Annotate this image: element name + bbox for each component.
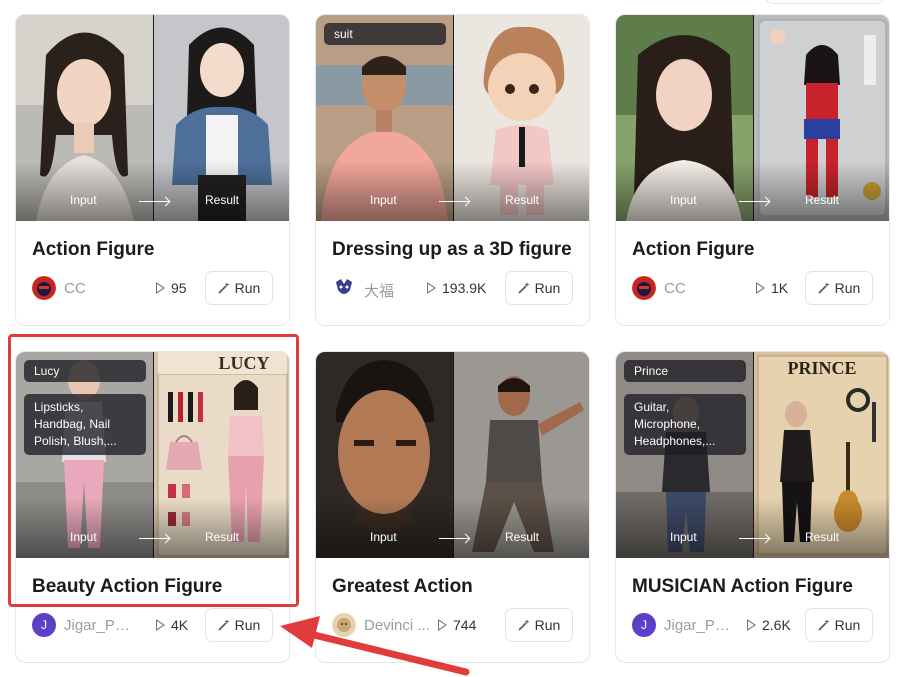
- card-title: Greatest Action: [332, 576, 473, 597]
- magic-wand-icon: [818, 282, 830, 294]
- card-preview: Input Result: [316, 352, 589, 558]
- input-label: Input: [670, 193, 697, 207]
- template-card-dressing-3d[interactable]: suit Input Result Dressing up as a 3D fi…: [315, 14, 590, 326]
- play-count: 4K: [156, 617, 188, 633]
- run-button[interactable]: Run: [805, 608, 873, 642]
- play-icon: [756, 282, 765, 294]
- card-title: Dressing up as a 3D figure: [332, 239, 572, 260]
- play-count: 1K: [756, 280, 788, 296]
- author-name[interactable]: Jigar_Pa...: [64, 617, 134, 634]
- input-label: Input: [370, 530, 397, 544]
- box-brand-text: LUCY: [218, 353, 269, 373]
- annotation-arrow-icon: [280, 616, 470, 676]
- input-label: Input: [370, 193, 397, 207]
- card-meta: CC 95 Run: [32, 271, 273, 305]
- magic-wand-icon: [518, 619, 530, 631]
- style-tag: Prince: [624, 360, 746, 382]
- arrow-right-icon: [139, 538, 169, 539]
- card-title: Beauty Action Figure: [32, 576, 223, 597]
- template-card-action-figure-1[interactable]: Input Result Action Figure CC 95 Run: [15, 14, 290, 326]
- card-meta: J Jigar_Pa... 2.6K Run: [632, 608, 873, 642]
- input-label: Input: [70, 530, 97, 544]
- magic-wand-icon: [518, 282, 530, 294]
- arrow-right-icon: [739, 201, 769, 202]
- magic-wand-icon: [218, 282, 230, 294]
- result-label: Result: [205, 193, 240, 207]
- card-preview: LUCY Lucy Lipsticks, Handbag, Nail Polis…: [16, 352, 289, 558]
- author-name[interactable]: CC: [64, 280, 134, 297]
- avatar[interactable]: J: [632, 613, 656, 637]
- template-card-action-figure-2[interactable]: Input Result Action Figure CC 1K Run: [615, 14, 890, 326]
- run-button[interactable]: Run: [505, 608, 573, 642]
- author-name[interactable]: 大福: [364, 280, 434, 301]
- run-button[interactable]: Run: [805, 271, 873, 305]
- card-preview: Input Result: [16, 15, 289, 221]
- partial-element: [765, 0, 885, 4]
- play-icon: [427, 282, 436, 294]
- input-label: Input: [70, 193, 97, 207]
- magic-wand-icon: [218, 619, 230, 631]
- magic-wand-icon: [818, 619, 830, 631]
- card-preview: suit Input Result: [316, 15, 589, 221]
- style-tag: Lucy: [24, 360, 146, 382]
- arrow-right-icon: [439, 201, 469, 202]
- result-label: Result: [805, 530, 840, 544]
- avatar[interactable]: J: [32, 613, 56, 637]
- play-count: 95: [156, 280, 187, 296]
- style-tag: suit: [324, 23, 446, 45]
- card-meta: J Jigar_Pa... 4K Run: [32, 608, 273, 642]
- author-name[interactable]: CC: [664, 280, 734, 297]
- items-tag: Lipsticks, Handbag, Nail Polish, Blush,.…: [24, 394, 146, 455]
- box-brand-text: PRINCE: [787, 358, 856, 378]
- result-label: Result: [205, 530, 240, 544]
- arrow-right-icon: [139, 201, 169, 202]
- run-button[interactable]: Run: [505, 271, 573, 305]
- result-label: Result: [505, 530, 540, 544]
- items-tag: Guitar, Microphone, Headphones,...: [624, 394, 746, 455]
- play-icon: [747, 619, 756, 631]
- card-title: MUSICIAN Action Figure: [632, 576, 853, 597]
- card-title: Action Figure: [632, 239, 755, 260]
- result-label: Result: [805, 193, 840, 207]
- avatar[interactable]: [632, 276, 656, 300]
- author-name[interactable]: Jigar_Pa...: [664, 617, 734, 634]
- card-meta: CC 1K Run: [632, 271, 873, 305]
- template-card-beauty-action-figure[interactable]: LUCY Lucy Lipsticks, Handbag, Nail Polis…: [15, 351, 290, 663]
- card-preview: PRINCE Prince Guitar, Microphone, Headph…: [616, 352, 889, 558]
- card-preview: Input Result: [616, 15, 889, 221]
- play-count: 193.9K: [427, 280, 486, 296]
- run-button[interactable]: Run: [205, 608, 273, 642]
- input-label: Input: [670, 530, 697, 544]
- card-title: Action Figure: [32, 239, 155, 260]
- play-count: 2.6K: [747, 617, 791, 633]
- avatar[interactable]: [332, 276, 356, 300]
- card-meta: 大福 193.9K Run: [332, 271, 573, 305]
- play-icon: [156, 619, 165, 631]
- template-card-musician-action-figure[interactable]: PRINCE Prince Guitar, Microphone, Headph…: [615, 351, 890, 663]
- play-icon: [156, 282, 165, 294]
- run-button[interactable]: Run: [205, 271, 273, 305]
- avatar[interactable]: [32, 276, 56, 300]
- arrow-right-icon: [739, 538, 769, 539]
- result-label: Result: [505, 193, 540, 207]
- arrow-right-icon: [439, 538, 469, 539]
